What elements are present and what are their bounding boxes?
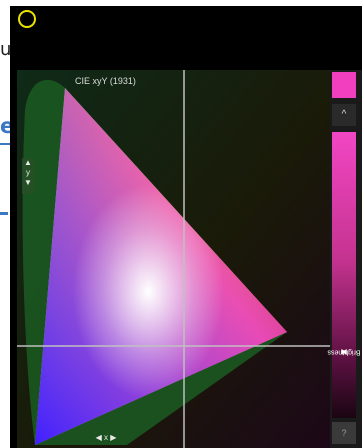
y-axis-control[interactable]: ▲ y ▼	[22, 158, 34, 194]
brightness-slider[interactable]: ◀ Brightness ▶	[327, 132, 361, 418]
diagram-title: CIE xyY (1931)	[75, 76, 136, 86]
x-right-arrow-icon[interactable]: ▶	[110, 433, 116, 442]
background-dash	[0, 212, 8, 215]
chromaticity-svg[interactable]	[17, 70, 330, 448]
brightness-panel: ^ ◀ Brightness ▶ ?	[327, 70, 362, 448]
chevron-up-icon: ^	[341, 109, 347, 120]
help-icon: ?	[341, 428, 347, 438]
y-axis-label: y	[26, 168, 30, 177]
brightness-right-arrow-icon: ▶	[341, 348, 347, 355]
scroll-up-button[interactable]: ^	[332, 104, 356, 126]
color-picker-popup: CIE xyY (1931) ▲ y ▼ ◀ x ▶ ^ ◀ Brightnes…	[10, 6, 362, 448]
close-button[interactable]	[18, 10, 36, 28]
x-axis-control[interactable]: ◀ x ▶	[93, 432, 119, 444]
x-axis-label: x	[104, 433, 108, 442]
y-up-arrow-icon[interactable]: ▲	[22, 158, 34, 168]
color-swatch	[332, 72, 356, 98]
brightness-label-wrap: ◀ Brightness ▶	[327, 312, 360, 392]
help-button[interactable]: ?	[332, 422, 356, 444]
titlebar	[10, 6, 362, 70]
y-down-arrow-icon[interactable]: ▼	[22, 178, 34, 188]
chromaticity-diagram[interactable]: CIE xyY (1931) ▲ y ▼ ◀ x ▶	[17, 70, 330, 448]
x-left-arrow-icon[interactable]: ◀	[96, 433, 102, 442]
